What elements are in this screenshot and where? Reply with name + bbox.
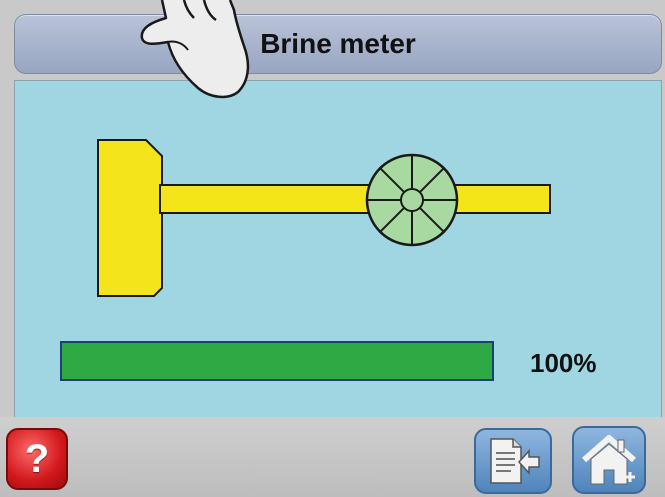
brine-progress-fill — [62, 343, 492, 379]
help-button[interactable]: ? — [6, 428, 68, 490]
document-back-icon — [490, 438, 540, 484]
brine-meter-diagram — [97, 139, 551, 297]
title-bar: Brine meter — [14, 14, 662, 74]
page-title: Brine meter — [260, 28, 416, 59]
pointing-hand-icon — [140, 0, 250, 99]
screen: Brine meter 100% ? — [0, 0, 665, 497]
brine-pipe-shape — [159, 184, 551, 214]
brine-progress-bar — [60, 341, 494, 381]
brine-tank-shape — [97, 139, 163, 297]
bottom-toolbar — [0, 417, 665, 497]
back-button[interactable] — [474, 428, 552, 494]
home-button[interactable] — [572, 426, 646, 494]
home-icon — [582, 435, 636, 485]
question-mark-icon: ? — [24, 436, 50, 481]
meter-wheel-icon — [365, 153, 459, 247]
progress-percent-label: 100% — [530, 348, 597, 378]
